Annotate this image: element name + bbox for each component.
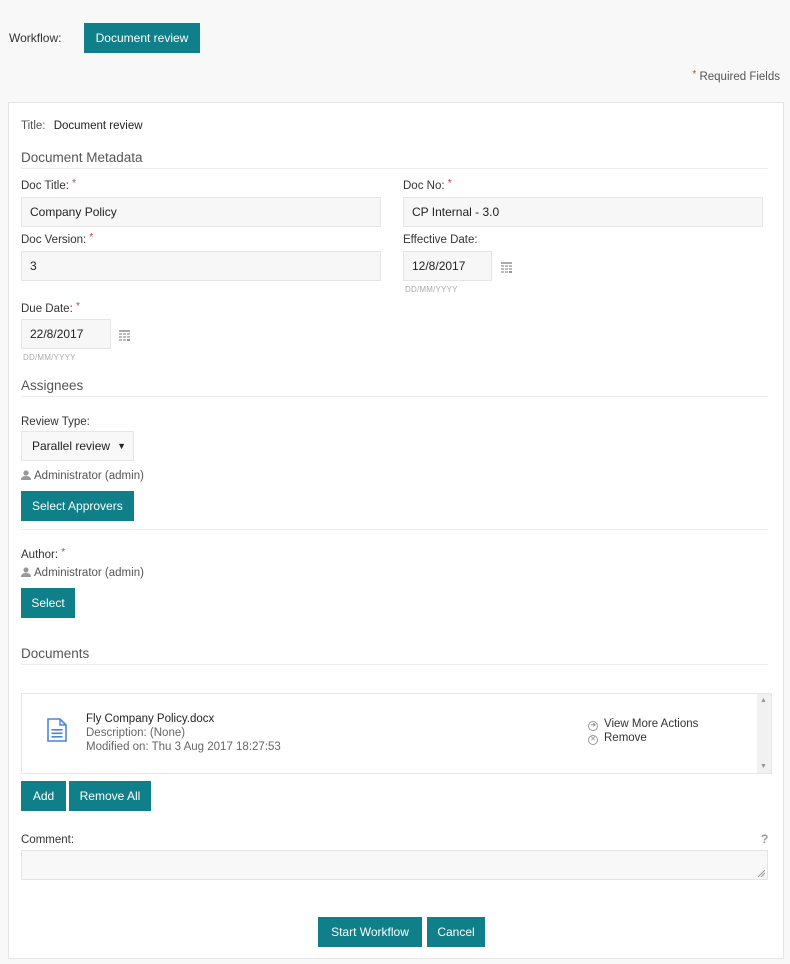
required-star: *: [447, 178, 452, 189]
title-label: Title:: [21, 120, 46, 132]
section-documents: Documents: [21, 646, 768, 665]
remove-all-button[interactable]: Remove All: [69, 781, 151, 811]
doc-title-input[interactable]: Company Policy: [21, 197, 381, 227]
workflow-form-panel: Title: Document review Document Metadata…: [8, 102, 784, 959]
review-type-selected: Parallel review: [32, 439, 111, 453]
doc-title-label-text: Doc Title:: [21, 180, 69, 192]
doc-no-label: Doc No: *: [403, 178, 452, 192]
workflow-type-button[interactable]: Document review: [84, 23, 200, 53]
required-star: *: [61, 547, 66, 558]
doc-no-input[interactable]: CP Internal - 3.0: [403, 197, 763, 227]
document-list: Fly Company Policy.docx Description: (No…: [21, 693, 772, 774]
user-icon: [21, 470, 31, 480]
arrow-right-circle-icon: ➜: [588, 721, 598, 731]
required-fields-text: Required Fields: [699, 71, 780, 83]
author-label-text: Author:: [21, 549, 59, 561]
select-author-button[interactable]: Select: [21, 588, 75, 618]
cancel-button[interactable]: Cancel: [427, 917, 485, 947]
due-date-label-text: Due Date:: [21, 303, 73, 315]
remove-document-link[interactable]: ✕ Remove: [588, 732, 647, 745]
view-more-actions-link[interactable]: ➜ View More Actions: [588, 718, 698, 731]
close-circle-icon: ✕: [588, 735, 598, 745]
view-more-actions-label: View More Actions: [604, 718, 699, 730]
author-user: Administrator (admin): [21, 567, 144, 579]
comment-textarea[interactable]: [21, 850, 768, 880]
document-modified: Modified on: Thu 3 Aug 2017 18:27:53: [86, 741, 281, 753]
scroll-up-icon[interactable]: ▲: [760, 697, 767, 704]
document-icon: [47, 718, 67, 742]
workflow-label: Workflow:: [9, 31, 62, 45]
form-title: Title: Document review: [21, 120, 143, 132]
comment-label: Comment:: [21, 834, 75, 846]
required-fields-note: * Required Fields: [692, 69, 780, 83]
section-document-metadata: Document Metadata: [21, 150, 768, 169]
doc-no-label-text: Doc No:: [403, 180, 445, 192]
review-type-select[interactable]: Parallel review ▼: [21, 431, 134, 461]
doc-version-label: Doc Version: *: [21, 232, 94, 246]
required-star: *: [89, 232, 94, 243]
select-approvers-button[interactable]: Select Approvers: [21, 491, 134, 521]
review-type-label: Review Type:: [21, 416, 90, 428]
effective-date-label: Effective Date:: [403, 234, 478, 246]
document-name[interactable]: Fly Company Policy.docx: [86, 713, 214, 725]
effective-date-hint: DD/MM/YYYY: [405, 285, 458, 294]
due-date-hint: DD/MM/YYYY: [23, 353, 76, 362]
dropdown-arrow-icon: ▼: [117, 441, 126, 451]
effective-date-input[interactable]: 12/8/2017: [403, 251, 492, 281]
required-star: *: [72, 178, 77, 189]
calendar-icon[interactable]: [119, 330, 130, 341]
doc-version-label-text: Doc Version:: [21, 234, 87, 246]
section-assignees: Assignees: [21, 378, 768, 397]
due-date-label: Due Date: *: [21, 301, 80, 315]
start-workflow-button[interactable]: Start Workflow: [318, 917, 422, 947]
calendar-icon[interactable]: [501, 262, 512, 273]
due-date-input[interactable]: 22/8/2017: [21, 319, 111, 349]
document-list-scrollbar[interactable]: ▲ ▼: [757, 694, 771, 773]
user-icon: [21, 567, 31, 577]
title-value: Document review: [53, 120, 143, 132]
doc-version-input[interactable]: 3: [21, 251, 381, 281]
resize-grip-icon[interactable]: [758, 870, 765, 877]
approver-name: Administrator (admin): [34, 470, 144, 482]
scroll-down-icon[interactable]: ▼: [760, 763, 767, 770]
required-star: *: [75, 301, 80, 312]
author-label: Author: *: [21, 547, 66, 561]
add-document-button[interactable]: Add: [21, 781, 66, 811]
author-name: Administrator (admin): [34, 567, 144, 579]
divider: [21, 529, 768, 530]
document-description: Description: (None): [86, 727, 186, 739]
remove-label: Remove: [604, 732, 647, 744]
required-star: *: [692, 69, 697, 80]
help-icon[interactable]: ?: [761, 832, 768, 846]
approver-user: Administrator (admin): [21, 470, 144, 482]
doc-title-label: Doc Title: *: [21, 178, 77, 192]
